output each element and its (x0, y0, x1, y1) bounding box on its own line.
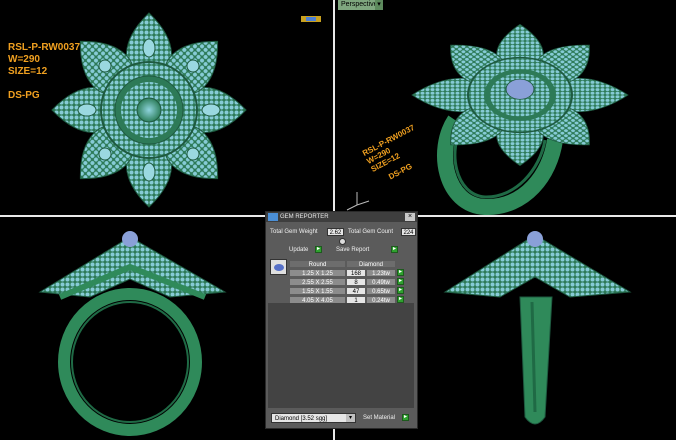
set-material-button[interactable]: Set Material (363, 414, 395, 422)
update-go-icon[interactable] (315, 245, 322, 253)
table-header-material: Diamond (346, 260, 396, 268)
row-2-select-icon[interactable] (397, 277, 404, 285)
row-2-count: 8 (346, 278, 366, 286)
row-3-select-icon[interactable] (397, 286, 404, 294)
material-select-value: Diamond [3.52 sgg] (275, 416, 328, 422)
ring-code: RSL-P-RW0037 (8, 42, 81, 53)
round-gem-icon (270, 259, 287, 275)
circle-icon (339, 238, 346, 245)
gem-reporter-title: GEM REPORTER (280, 214, 329, 220)
gem-list-empty-area (268, 303, 414, 408)
table-header-shape: Round (289, 260, 346, 268)
ring-maker: DS-PG (8, 90, 40, 101)
row-2-size: 2.55 X 2.55 (289, 278, 346, 286)
ring-size: SIZE=12 (8, 66, 48, 77)
row-4-select-icon[interactable] (397, 295, 404, 303)
perspective-dropdown-icon[interactable]: ▾ (375, 0, 383, 10)
row-1-size: 1.25 X 1.25 (289, 269, 346, 277)
gem-reporter-icon (268, 213, 278, 221)
chevron-down-icon[interactable]: ▾ (346, 414, 355, 422)
total-gem-count-value: 224 (401, 228, 416, 236)
save-report-go-icon[interactable] (391, 245, 398, 253)
gem-reporter-titlebar[interactable]: GEM REPORTER × (266, 212, 417, 222)
ring-top-view (51, 12, 321, 208)
material-select[interactable]: Diamond [3.52 sgg] ▾ (271, 413, 356, 423)
update-button[interactable]: Update (289, 246, 308, 254)
row-1-count: 168 (346, 269, 366, 277)
viewport-top-right[interactable]: RSL-P-RW0037 W=290 SIZE=12 DS-PG (335, 0, 676, 215)
viewport-bottom-right[interactable] (420, 217, 676, 440)
total-gem-weight-label: Total Gem Weight (270, 229, 318, 235)
set-material-go-icon[interactable] (402, 413, 409, 421)
ring-info-label: RSL-P-RW0037 W=290 SIZE=12 DS-PG (8, 42, 80, 102)
ring-side-view (443, 231, 632, 425)
row-3-weight: 0.65tw (366, 287, 396, 295)
viewport-top-left[interactable]: RSL-P-RW0037 W=290 SIZE=12 DS-PG (0, 0, 333, 215)
row-3-count: 47 (346, 287, 366, 295)
row-2-weight: 0.49tw (366, 278, 396, 286)
total-gem-weight-value: 2.62 (327, 228, 344, 236)
ring-weight: W=290 (8, 54, 40, 65)
total-gem-count-label: Total Gem Count (348, 229, 394, 235)
close-icon[interactable]: × (405, 213, 415, 221)
row-1-select-icon[interactable] (397, 268, 404, 276)
row-3-size: 1.55 X 1.55 (289, 287, 346, 295)
row-1-weight: 1.23tw (366, 269, 396, 277)
save-report-button[interactable]: Save Report (336, 246, 369, 254)
